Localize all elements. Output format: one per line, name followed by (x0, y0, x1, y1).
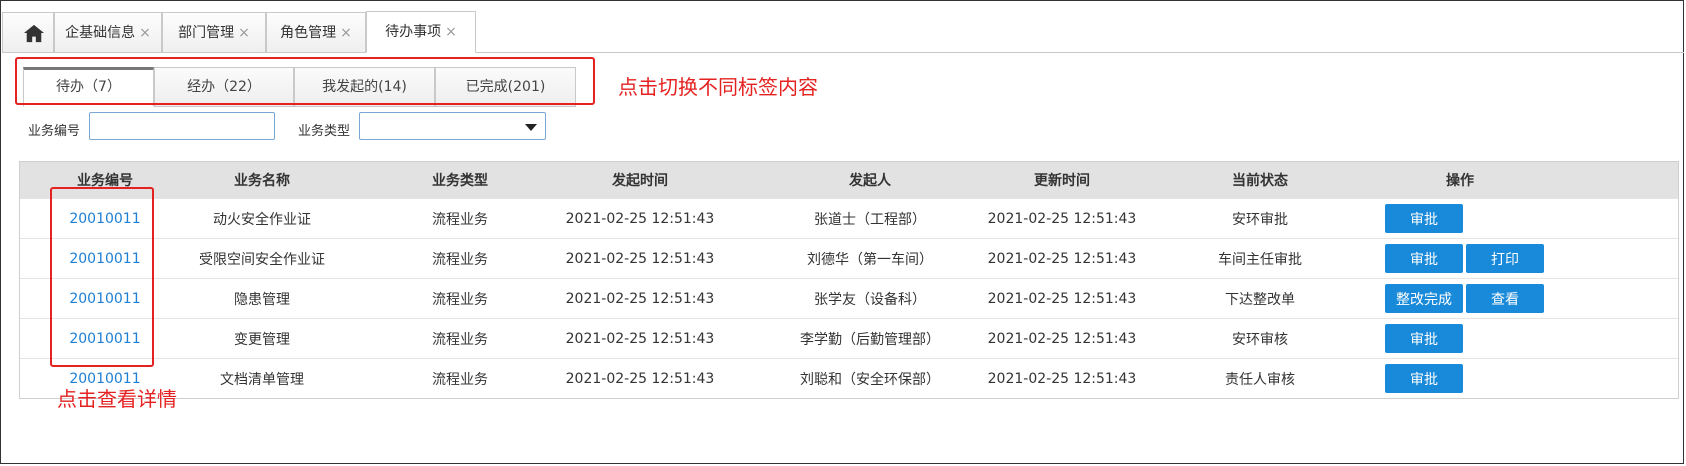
initiator: 李学勤（后勤管理部） (800, 331, 940, 348)
approve-button[interactable]: 审批 (1385, 324, 1463, 353)
header-update-time: 更新时间 (1034, 173, 1090, 189)
status: 责任人审核 (1225, 371, 1295, 388)
table-row: 20010011 隐患管理 流程业务 2021-02-25 12:51:43 张… (20, 278, 1678, 318)
update-time: 2021-02-25 12:51:43 (987, 210, 1137, 227)
biz-no-label: 业务编号 (28, 124, 81, 139)
header-actions: 操作 (1446, 173, 1474, 189)
biz-name: 隐患管理 (234, 291, 290, 308)
page-frame: 企基础信息 × 部门管理 × 角色管理 × 待办事项 × 待办（7） 经办（22） 我发… (0, 0, 1684, 464)
status: 安环审批 (1232, 211, 1288, 228)
biz-type-select[interactable] (359, 112, 546, 140)
tab-label: 企基础信息 (65, 25, 136, 41)
update-time: 2021-02-25 12:51:43 (987, 290, 1137, 307)
print-button[interactable]: 打印 (1466, 244, 1544, 273)
tab-todo[interactable]: 待办事项 × (366, 11, 476, 53)
detail-annotation-text: 点击查看详情 (57, 387, 177, 411)
start-time: 2021-02-25 12:51:43 (565, 250, 715, 267)
chevron-down-icon (525, 124, 537, 131)
update-time: 2021-02-25 12:51:43 (987, 250, 1137, 267)
initiator: 张道士（工程部） (814, 211, 926, 228)
start-time: 2021-02-25 12:51:43 (565, 370, 715, 387)
top-tab-bar: 企基础信息 × 部门管理 × 角色管理 × 待办事项 × (2, 7, 1684, 53)
update-time: 2021-02-25 12:51:43 (987, 330, 1137, 347)
rectify-complete-button[interactable]: 整改完成 (1385, 284, 1463, 313)
todo-table: 业务编号 业务名称 业务类型 发起时间 发起人 更新时间 当前状态 操作 200… (19, 161, 1679, 399)
biz-type: 流程业务 (432, 291, 488, 308)
update-time: 2021-02-25 12:51:43 (987, 370, 1137, 387)
close-icon[interactable]: × (238, 25, 250, 41)
header-status: 当前状态 (1232, 173, 1288, 189)
close-icon[interactable]: × (340, 25, 352, 41)
table-row: 20010011 变更管理 流程业务 2021-02-25 12:51:43 李… (20, 318, 1678, 358)
detail-annotation-box (50, 187, 154, 367)
tab-label: 部门管理 (178, 25, 235, 41)
initiator: 刘德华（第一车间） (807, 251, 933, 268)
biz-type: 流程业务 (432, 211, 488, 228)
biz-name: 受限空间安全作业证 (199, 251, 325, 268)
header-initiator: 发起人 (849, 173, 891, 189)
tab-department[interactable]: 部门管理 × (162, 12, 266, 52)
tab-label: 待办事项 (385, 24, 442, 40)
tab-enterprise-info[interactable]: 企基础信息 × (54, 12, 162, 52)
tab-home[interactable] (2, 12, 54, 52)
header-start-time: 发起时间 (612, 173, 668, 189)
start-time: 2021-02-25 12:51:43 (565, 210, 715, 227)
biz-name: 动火安全作业证 (213, 211, 311, 228)
tab-role[interactable]: 角色管理 × (266, 12, 366, 52)
biz-type-label: 业务类型 (298, 124, 351, 139)
table-row: 20010011 动火安全作业证 流程业务 2021-02-25 12:51:4… (20, 198, 1678, 238)
tabs-annotation-text: 点击切换不同标签内容 (618, 75, 818, 99)
initiator: 刘聪和（安全环保部） (800, 371, 940, 388)
header-biz-name: 业务名称 (234, 173, 290, 189)
biz-type: 流程业务 (432, 331, 488, 348)
biz-no-input[interactable] (89, 112, 275, 140)
status: 下达整改单 (1225, 291, 1295, 308)
status: 车间主任审批 (1218, 251, 1302, 268)
close-icon[interactable]: × (139, 25, 151, 41)
status: 安环审核 (1232, 331, 1288, 348)
initiator: 张学友（设备科） (814, 291, 926, 308)
header-biz-type: 业务类型 (432, 173, 488, 189)
approve-button[interactable]: 审批 (1385, 244, 1463, 273)
start-time: 2021-02-25 12:51:43 (565, 330, 715, 347)
biz-name: 变更管理 (234, 331, 290, 348)
table-header: 业务编号 业务名称 业务类型 发起时间 发起人 更新时间 当前状态 操作 (20, 162, 1678, 198)
table-row: 20010011 受限空间安全作业证 流程业务 2021-02-25 12:51… (20, 238, 1678, 278)
approve-button[interactable]: 审批 (1385, 204, 1463, 233)
start-time: 2021-02-25 12:51:43 (565, 290, 715, 307)
biz-name: 文档清单管理 (220, 371, 304, 388)
approve-button[interactable]: 审批 (1385, 364, 1463, 393)
tab-label: 角色管理 (280, 25, 337, 41)
tabs-annotation-box (15, 57, 595, 105)
close-icon[interactable]: × (445, 24, 457, 40)
home-icon (24, 24, 44, 43)
biz-type: 流程业务 (432, 371, 488, 388)
table-row: 20010011 文档清单管理 流程业务 2021-02-25 12:51:43… (20, 358, 1678, 398)
view-button[interactable]: 查看 (1466, 284, 1544, 313)
biz-type: 流程业务 (432, 251, 488, 268)
